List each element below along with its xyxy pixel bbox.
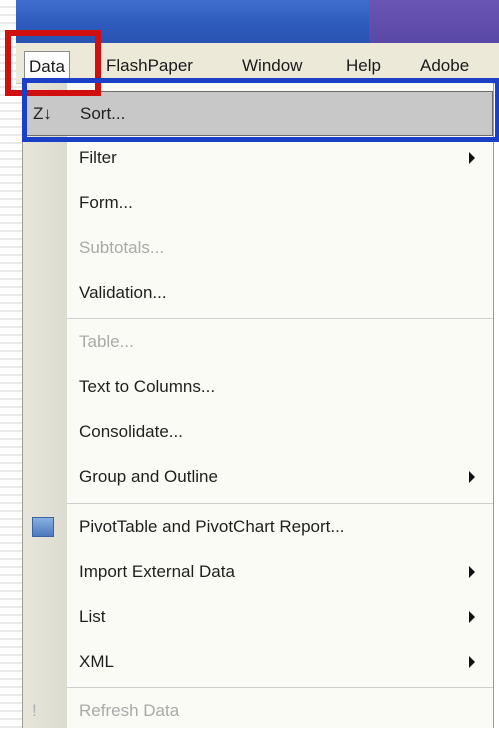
menu-separator bbox=[67, 687, 493, 688]
menu-item-refresh-data[interactable]: ! Refresh Data bbox=[23, 689, 493, 734]
menu-item-label: Group and Outline bbox=[79, 467, 218, 486]
menu-item-label: PivotTable and PivotChart Report... bbox=[79, 517, 345, 536]
submenu-arrow-icon bbox=[469, 566, 475, 578]
menu-item-text-to-columns[interactable]: Text to Columns... bbox=[23, 365, 493, 410]
menu-item-label: Subtotals... bbox=[79, 238, 165, 257]
menu-item-form[interactable]: Form... bbox=[23, 181, 493, 226]
menu-item-xml[interactable]: XML bbox=[23, 640, 493, 685]
submenu-arrow-icon bbox=[469, 471, 475, 483]
submenu-arrow-icon bbox=[469, 656, 475, 668]
menu-item-label: Form... bbox=[79, 193, 133, 212]
menu-window[interactable]: Window bbox=[242, 56, 302, 76]
submenu-arrow-icon bbox=[469, 611, 475, 623]
slide-margin bbox=[0, 0, 22, 728]
exclamation-icon: ! bbox=[32, 701, 37, 720]
menu-item-label: Text to Columns... bbox=[79, 377, 216, 396]
menu-item-label: Filter bbox=[79, 148, 117, 167]
menu-item-label: Import External Data bbox=[79, 562, 235, 581]
annotation-highlight-sort-item bbox=[22, 78, 499, 142]
menu-help[interactable]: Help bbox=[346, 56, 381, 76]
menu-item-label: Refresh Data bbox=[79, 701, 180, 720]
menu-item-subtotals[interactable]: Subtotals... bbox=[23, 226, 493, 271]
menu-separator bbox=[67, 318, 493, 319]
data-menu-dropdown: Z↓ Sort... Filter Form... Subtotals... V… bbox=[22, 83, 494, 728]
menu-item-label: Validation... bbox=[79, 283, 167, 302]
menu-flashpaper[interactable]: FlashPaper bbox=[106, 56, 193, 76]
menu-separator bbox=[67, 503, 493, 504]
menu-item-pivottable[interactable]: PivotTable and PivotChart Report... bbox=[23, 505, 493, 550]
menu-item-validation[interactable]: Validation... bbox=[23, 271, 493, 316]
menu-item-label: List bbox=[79, 607, 106, 626]
submenu-arrow-icon bbox=[469, 152, 475, 164]
menu-adobe[interactable]: Adobe bbox=[420, 56, 469, 76]
menu-item-label: XML bbox=[79, 652, 114, 671]
menu-item-label: Consolidate... bbox=[79, 422, 183, 441]
pivot-table-icon bbox=[32, 517, 54, 537]
menu-item-label: Table... bbox=[79, 332, 134, 351]
menu-item-filter[interactable]: Filter bbox=[23, 136, 493, 181]
menu-item-import-external-data[interactable]: Import External Data bbox=[23, 550, 493, 595]
menu-item-list[interactable]: List bbox=[23, 595, 493, 640]
menu-item-consolidate[interactable]: Consolidate... bbox=[23, 410, 493, 455]
title-bar-accent bbox=[369, 0, 499, 43]
menu-item-group-and-outline[interactable]: Group and Outline bbox=[23, 455, 493, 500]
menu-item-table[interactable]: Table... bbox=[23, 320, 493, 365]
